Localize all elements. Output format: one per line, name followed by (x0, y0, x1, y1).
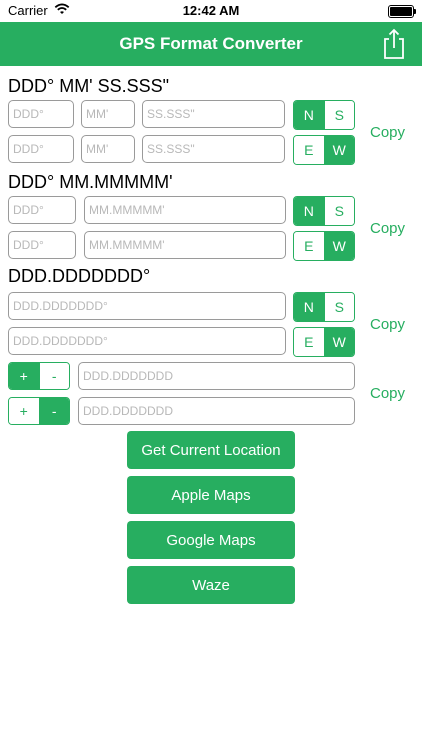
north-option[interactable]: N (294, 197, 324, 225)
clock: 12:42 AM (182, 3, 240, 18)
dms-lat-hemisphere-toggle[interactable]: N S (293, 100, 355, 130)
battery-icon (388, 5, 416, 18)
google-maps-button[interactable]: Google Maps (127, 521, 295, 559)
dmm-lon-hemisphere-toggle[interactable]: E W (293, 231, 355, 261)
dmm-copy-button[interactable]: Copy (370, 220, 405, 237)
south-option[interactable]: S (323, 197, 354, 225)
east-option[interactable]: E (294, 136, 324, 164)
dmm-lat-hemisphere-toggle[interactable]: N S (293, 196, 355, 226)
apple-maps-button[interactable]: Apple Maps (127, 476, 295, 514)
dd-lon-input[interactable] (8, 327, 286, 355)
minus-option[interactable]: - (38, 363, 69, 389)
dmm-lat-degrees-input[interactable] (8, 196, 76, 224)
dmm-lon-minutes-input[interactable] (84, 231, 286, 259)
signed-lat-input[interactable] (78, 362, 355, 390)
share-icon[interactable] (382, 28, 406, 60)
signed-lon-input[interactable] (78, 397, 355, 425)
waze-button[interactable]: Waze (127, 566, 295, 604)
plus-option[interactable]: + (9, 363, 39, 389)
minus-option[interactable]: - (38, 398, 69, 424)
north-option[interactable]: N (294, 101, 324, 129)
west-option[interactable]: W (323, 328, 354, 356)
west-option[interactable]: W (323, 136, 354, 164)
dd-lat-input[interactable] (8, 292, 286, 320)
dms-lon-minutes-input[interactable] (81, 135, 135, 163)
dms-lat-seconds-input[interactable] (142, 100, 285, 128)
north-option[interactable]: N (294, 293, 324, 321)
south-option[interactable]: S (323, 293, 354, 321)
dd-copy-button[interactable]: Copy (370, 316, 405, 333)
south-option[interactable]: S (323, 101, 354, 129)
page-title: GPS Format Converter (119, 34, 303, 53)
dmm-section-title: DDD° MM.MMMMM' (8, 172, 173, 192)
nav-bar: GPS Format Converter (0, 22, 422, 66)
dms-section-title: DDD° MM' SS.SSS" (8, 76, 170, 96)
dmm-lat-minutes-input[interactable] (84, 196, 286, 224)
west-option[interactable]: W (323, 232, 354, 260)
signed-copy-button[interactable]: Copy (370, 385, 405, 402)
get-current-location-button[interactable]: Get Current Location (127, 431, 295, 469)
signed-lon-sign-toggle[interactable]: + - (8, 397, 70, 425)
dd-lon-hemisphere-toggle[interactable]: E W (293, 327, 355, 357)
dms-lon-hemisphere-toggle[interactable]: E W (293, 135, 355, 165)
dd-section-title: DDD.DDDDDDD° (8, 266, 151, 286)
dmm-lon-degrees-input[interactable] (8, 231, 76, 259)
status-bar: Carrier 12:42 AM (0, 0, 422, 22)
dms-lon-degrees-input[interactable] (8, 135, 74, 163)
signed-lat-sign-toggle[interactable]: + - (8, 362, 70, 390)
dms-lat-minutes-input[interactable] (81, 100, 135, 128)
east-option[interactable]: E (294, 328, 324, 356)
plus-option[interactable]: + (9, 398, 39, 424)
east-option[interactable]: E (294, 232, 324, 260)
dms-copy-button[interactable]: Copy (370, 124, 405, 141)
dms-lat-degrees-input[interactable] (8, 100, 74, 128)
dd-lat-hemisphere-toggle[interactable]: N S (293, 292, 355, 322)
dms-lon-seconds-input[interactable] (142, 135, 285, 163)
